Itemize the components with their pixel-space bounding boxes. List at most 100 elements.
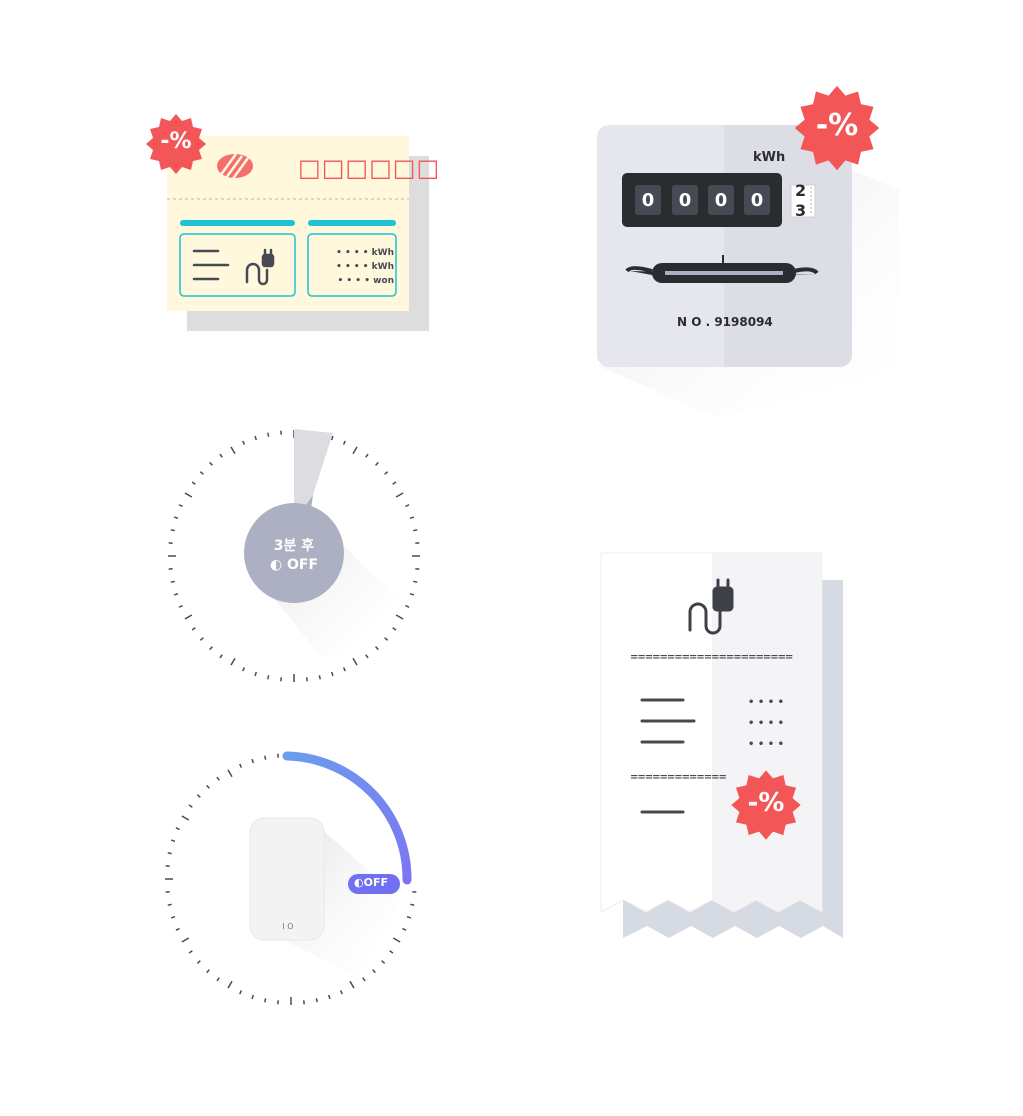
dial-tick bbox=[173, 516, 179, 520]
timer-sector bbox=[294, 429, 333, 507]
dial-tick bbox=[170, 529, 175, 532]
dial-tick bbox=[199, 637, 204, 641]
dial-tick bbox=[216, 776, 220, 781]
dial-tick bbox=[384, 471, 389, 475]
dial-tick bbox=[365, 654, 369, 659]
dial-tick bbox=[175, 827, 180, 831]
receipt-separator: ============= bbox=[630, 772, 727, 783]
dial-tick bbox=[227, 769, 233, 778]
dial-tick bbox=[349, 980, 355, 989]
discount-badge: -% bbox=[792, 83, 882, 173]
meter-unit-label: kWh bbox=[753, 150, 786, 165]
dial-tick bbox=[209, 646, 213, 651]
dial-tick bbox=[254, 671, 258, 677]
dial-tick bbox=[362, 977, 366, 982]
badge-text: -% bbox=[815, 108, 859, 143]
dial-tick bbox=[219, 453, 223, 458]
dial-tick bbox=[242, 440, 246, 445]
timer-label-line2: ◐ OFF bbox=[244, 557, 344, 573]
dial-tick bbox=[342, 440, 346, 445]
dial-tick bbox=[239, 990, 243, 995]
off-text: OFF bbox=[363, 876, 388, 889]
badge-text: -% bbox=[747, 788, 785, 818]
roller-digit: 3 bbox=[795, 201, 807, 217]
dial-tick bbox=[381, 960, 386, 964]
dial-tick bbox=[384, 637, 389, 641]
dial-tick bbox=[409, 592, 415, 596]
dial-tick bbox=[352, 446, 358, 455]
dial-tick bbox=[413, 580, 418, 583]
dial-tick bbox=[402, 927, 407, 931]
dial-tick bbox=[242, 667, 246, 672]
discount-badge: -% bbox=[144, 112, 208, 176]
timer-dial: 3분 후 ◐ OFF bbox=[163, 425, 425, 687]
dial-tick bbox=[167, 852, 172, 855]
dial-tick bbox=[406, 915, 412, 919]
dial-tick bbox=[199, 471, 204, 475]
meter-digit: 0 bbox=[641, 190, 655, 211]
meter-serial: N O . 9198094 bbox=[677, 315, 773, 329]
dial-tick bbox=[206, 784, 210, 789]
dial-tick bbox=[188, 950, 193, 954]
discount-badge: -% bbox=[729, 768, 803, 842]
unit-kwh: kWh bbox=[371, 248, 394, 258]
dial-tick bbox=[330, 671, 334, 677]
dial-tick bbox=[375, 646, 379, 651]
dial-tick bbox=[209, 461, 213, 466]
dial-tick bbox=[170, 915, 176, 919]
badge-text: -% bbox=[160, 129, 192, 154]
dial-tick bbox=[254, 435, 258, 441]
dial-tick bbox=[389, 950, 394, 954]
dial-tick bbox=[392, 937, 401, 943]
meter-digit: 0 bbox=[678, 190, 692, 211]
dial-tick bbox=[170, 580, 175, 583]
bill-title-box: □ bbox=[298, 154, 321, 182]
dial-tick bbox=[267, 432, 270, 437]
timer-label-line1: 3분 후 bbox=[273, 538, 315, 554]
dial-tick bbox=[175, 927, 180, 931]
dots: • • • • bbox=[747, 697, 784, 708]
dial-tick bbox=[196, 960, 201, 964]
dots: • • • • bbox=[337, 276, 370, 286]
dial-tick bbox=[188, 804, 193, 808]
dial-tick bbox=[365, 453, 369, 458]
receipt-dots: • • • • • • • • • • • • bbox=[734, 692, 784, 755]
smart-plug-timer: ◐OFF I O bbox=[160, 748, 422, 1010]
dial-tick bbox=[170, 839, 176, 843]
dial-tick bbox=[181, 815, 190, 821]
device-label: I O bbox=[282, 922, 294, 931]
dial-tick bbox=[181, 937, 190, 943]
dots: • • • • bbox=[747, 718, 784, 729]
dial-tick bbox=[405, 604, 410, 608]
dial-tick bbox=[315, 998, 318, 1003]
dial-tick bbox=[191, 627, 196, 631]
dial-tick bbox=[318, 675, 321, 680]
moon-icon: ◐ bbox=[354, 876, 364, 889]
dial-tick bbox=[395, 614, 404, 620]
dial-tick bbox=[178, 604, 183, 608]
dial-tick bbox=[375, 461, 379, 466]
dial-tick bbox=[392, 481, 397, 485]
receipt-separator: ====================== bbox=[630, 652, 793, 663]
dial-tick bbox=[239, 763, 243, 768]
dial-tick bbox=[219, 654, 223, 659]
bill-usage-rows: • • • • kWh • • • • kWh • • • • won bbox=[328, 246, 394, 288]
dial-tick bbox=[173, 592, 179, 596]
dial-tick bbox=[206, 969, 210, 974]
receipt: ====================== ============= • •… bbox=[598, 550, 848, 945]
off-text: OFF bbox=[287, 557, 319, 573]
dots: • • • • bbox=[747, 739, 784, 750]
dial-tick bbox=[230, 657, 236, 666]
dial-tick bbox=[409, 516, 415, 520]
dial-tick bbox=[392, 627, 397, 631]
dial-tick bbox=[216, 977, 220, 982]
dial-tick bbox=[395, 492, 404, 498]
bill-title-box: □ bbox=[345, 154, 369, 182]
dial-tick bbox=[327, 994, 331, 1000]
meter-digit: 0 bbox=[750, 190, 764, 211]
dots: • • • • bbox=[336, 262, 369, 272]
dial-tick bbox=[267, 675, 270, 680]
bill-title-box: □ bbox=[321, 154, 345, 182]
dial-tick bbox=[227, 980, 233, 989]
dial-tick bbox=[184, 492, 193, 498]
